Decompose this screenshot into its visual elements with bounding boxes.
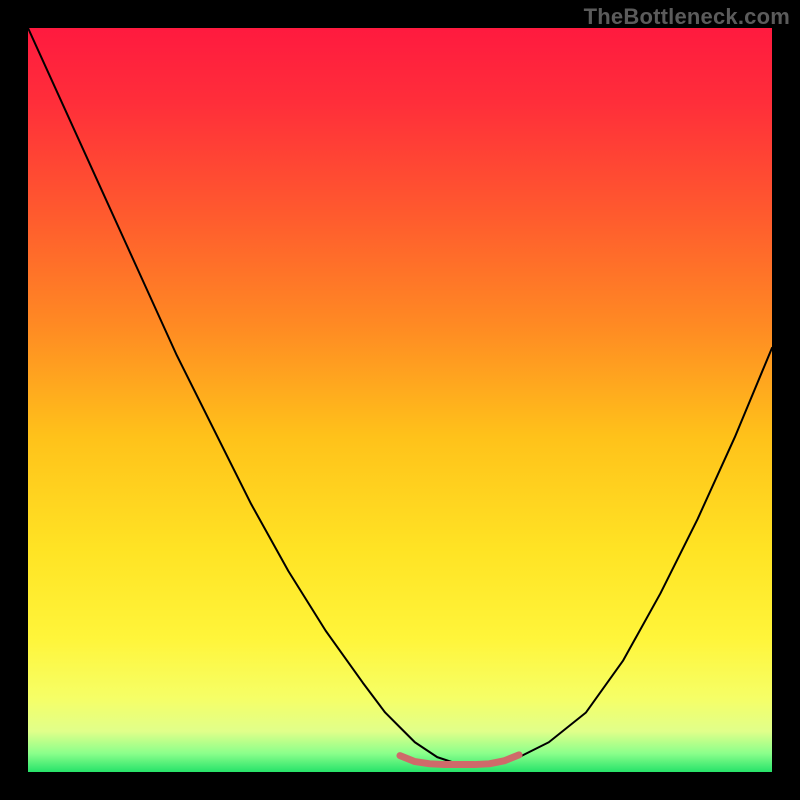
gradient-background [28,28,772,772]
chart-frame: TheBottleneck.com [0,0,800,800]
watermark-label: TheBottleneck.com [584,4,790,30]
bottleneck-chart [28,28,772,772]
